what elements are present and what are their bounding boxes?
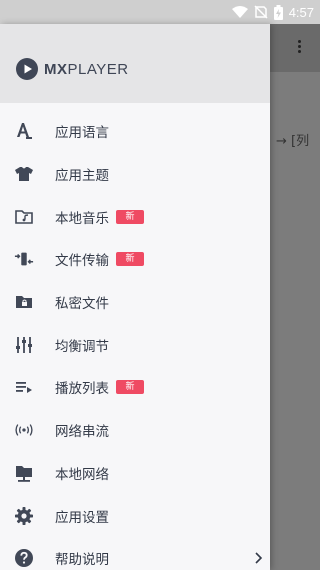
- background-text: → [列: [276, 134, 310, 149]
- menu-item-private-files[interactable]: 私密文件: [0, 281, 270, 324]
- menu-item-equalizer[interactable]: 均衡调节: [0, 323, 270, 366]
- drawer-header: MXPLAYER: [0, 24, 270, 103]
- status-time: 4:57: [288, 4, 314, 20]
- menu-label: 本地网络: [55, 466, 109, 483]
- navigation-drawer: MXPLAYER 应用语言 应用主题 本地音乐 新 文件传输 新 私密文件 均衡…: [0, 24, 270, 570]
- wifi-icon: [231, 6, 248, 18]
- no-sim-icon: [254, 5, 268, 19]
- help-icon: [14, 548, 34, 568]
- new-badge: 新: [116, 252, 144, 267]
- local-music-folder-icon: [14, 207, 34, 227]
- chevron-right-icon: [255, 552, 263, 564]
- menu-item-help[interactable]: 帮助说明: [0, 537, 270, 570]
- overflow-menu-icon[interactable]: [298, 40, 302, 56]
- menu-item-network-stream[interactable]: 网络串流: [0, 409, 270, 452]
- menu-label: 本地音乐: [55, 210, 109, 227]
- menu-label: 播放列表: [55, 381, 109, 398]
- menu-item-playlist[interactable]: 播放列表 新: [0, 366, 270, 409]
- menu-item-file-transfer[interactable]: 文件传输 新: [0, 238, 270, 281]
- menu-label: 应用主题: [55, 168, 109, 185]
- equalizer-icon: [14, 335, 34, 355]
- menu-label: 均衡调节: [55, 338, 109, 355]
- menu-label: 应用语言: [55, 125, 109, 142]
- menu-label: 应用设置: [55, 509, 109, 526]
- theme-shirt-icon: [14, 164, 34, 184]
- status-bar: 4:57: [0, 0, 320, 24]
- menu-label: 私密文件: [55, 296, 109, 313]
- menu-item-app-theme[interactable]: 应用主题: [0, 153, 270, 196]
- mx-play-logo-icon: [16, 58, 38, 80]
- drawer-menu: 应用语言 应用主题 本地音乐 新 文件传输 新 私密文件 均衡调节 播放列表 新…: [0, 103, 270, 570]
- mx-player-logo: MXPLAYER: [16, 58, 129, 80]
- menu-item-app-settings[interactable]: 应用设置: [0, 494, 270, 537]
- menu-label: 网络串流: [55, 424, 109, 441]
- app-toolbar: [270, 24, 320, 72]
- playlist-icon: [14, 377, 34, 397]
- new-badge: 新: [116, 380, 144, 395]
- menu-item-local-music[interactable]: 本地音乐 新: [0, 195, 270, 238]
- logo-text: MXPLAYER: [44, 60, 129, 78]
- menu-item-app-language[interactable]: 应用语言: [0, 110, 270, 153]
- language-icon: [14, 121, 34, 141]
- dimmed-backdrop[interactable]: → [列: [270, 24, 320, 570]
- file-transfer-icon: [14, 249, 34, 269]
- battery-charging-icon: [273, 4, 283, 20]
- menu-item-local-network[interactable]: 本地网络: [0, 452, 270, 495]
- local-network-icon: [14, 463, 34, 483]
- private-folder-icon: [14, 292, 34, 312]
- menu-label: 帮助说明: [55, 552, 109, 569]
- new-badge: 新: [116, 209, 144, 224]
- settings-gear-icon: [14, 506, 34, 526]
- network-stream-icon: [14, 420, 34, 440]
- menu-label: 文件传输: [55, 253, 109, 270]
